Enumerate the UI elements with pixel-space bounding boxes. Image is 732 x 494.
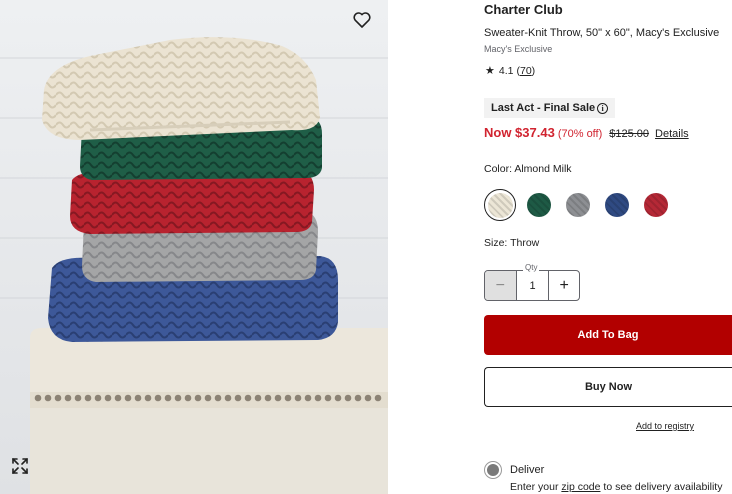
color-swatch-dot — [605, 193, 629, 217]
rating-value: 4.1 — [498, 65, 514, 77]
quantity-increase-button[interactable]: + — [548, 271, 579, 300]
sale-badge: Last Act - Final Sale i — [484, 98, 616, 118]
color-swatch-dot — [487, 192, 513, 218]
quantity-decrease-button[interactable]: − — [485, 271, 517, 300]
throw-stack-photo — [0, 0, 388, 494]
deliver-radio[interactable] — [484, 461, 502, 479]
quantity-stepper: Qty − 1 + — [484, 263, 580, 301]
color-swatch-blue[interactable] — [601, 189, 633, 221]
color-swatch-almond-milk[interactable] — [484, 189, 516, 221]
brand-name[interactable]: Charter Club — [484, 2, 563, 17]
color-swatches — [484, 189, 679, 221]
color-swatch-dot — [566, 193, 590, 217]
zip-prefix: Enter your — [510, 481, 559, 493]
original-price: $125.00 — [609, 128, 650, 140]
product-details-panel: Charter Club Sweater-Knit Throw, 50" x 6… — [484, 0, 732, 494]
color-swatch-dot — [527, 193, 551, 217]
exclusive-label: Macy's Exclusive — [484, 44, 553, 54]
buy-now-button[interactable]: Buy Now — [484, 367, 732, 407]
favorite-button[interactable] — [349, 7, 375, 33]
product-image[interactable] — [0, 0, 388, 494]
zip-suffix: to see delivery availability — [603, 481, 723, 493]
zoom-button[interactable] — [8, 454, 32, 478]
quantity-input[interactable]: 1 — [517, 271, 549, 300]
review-count[interactable]: (70) — [516, 65, 535, 77]
heart-icon — [353, 12, 371, 28]
star-icon: ★ — [485, 64, 495, 77]
deliver-label: Deliver — [510, 464, 545, 476]
discount-percent: (70% off) — [557, 128, 603, 140]
deliver-option[interactable]: Deliver — [484, 461, 544, 479]
expand-icon — [11, 457, 29, 475]
color-label: Color: Almond Milk — [484, 163, 572, 175]
color-swatch-gray[interactable] — [562, 189, 594, 221]
price-row: Now $37.43 (70% off) $125.00 Details — [484, 125, 689, 140]
color-swatch-green[interactable] — [523, 189, 555, 221]
quantity-label: Qty — [523, 263, 540, 272]
zip-code-link[interactable]: zip code — [561, 481, 600, 493]
review-count-link[interactable]: 70 — [520, 65, 532, 77]
rating-summary[interactable]: ★ 4.1 (70) — [485, 65, 535, 77]
sale-badge-label: Last Act - Final Sale — [491, 102, 596, 114]
info-icon[interactable]: i — [597, 102, 609, 114]
product-title: Sweater-Knit Throw, 50" x 60", Macy's Ex… — [484, 27, 720, 39]
size-label: Size: Throw — [484, 237, 540, 249]
add-to-registry-link[interactable]: Add to registry — [636, 421, 694, 431]
add-to-bag-button[interactable]: Add To Bag — [484, 315, 732, 355]
sale-price: Now $37.43 — [484, 125, 555, 140]
color-swatch-dot — [644, 193, 668, 217]
color-swatch-red[interactable] — [640, 189, 672, 221]
price-details-link[interactable]: Details — [655, 128, 689, 140]
delivery-zip-prompt: Enter your zip code to see delivery avai… — [510, 481, 722, 493]
